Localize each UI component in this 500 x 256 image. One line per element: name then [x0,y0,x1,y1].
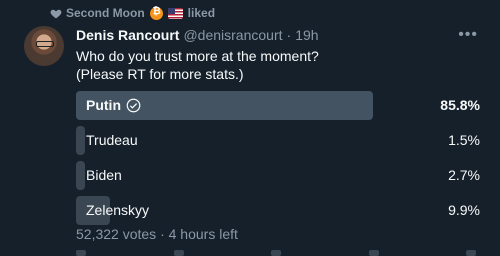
reply-icon[interactable] [76,250,86,256]
poll-footer-separator: · [160,226,165,242]
author-name[interactable]: Denis Rancourt [76,27,179,43]
poll-option-percent: 85.8% [440,97,480,113]
tweet-text-line-2: (Please RT for more stats.) [76,66,244,82]
more-icon[interactable]: ••• [458,26,478,44]
poll-option-label: Putin [86,97,141,113]
poll-option-label: Biden [86,167,122,183]
views-icon[interactable] [368,250,379,256]
poll-bar [76,161,86,190]
bitcoin-emoji-icon [149,6,163,20]
avatar[interactable] [24,26,64,66]
share-icon[interactable] [466,250,476,256]
poll-vote-count: 52,322 votes [76,226,157,242]
poll-option-percent: 1.5% [448,132,480,148]
us-flag-emoji-icon [167,7,183,19]
social-context: Second Moon liked [50,6,216,21]
poll-option-label: Zelenskyy [86,202,150,218]
tweet-header: Denis Rancourt @denisrancourt · 19h [76,27,319,43]
header-separator: · [286,27,292,43]
tweet-text-line-1: Who do you trust more at the moment? [76,48,319,64]
poll-bar [76,126,85,155]
like-icon[interactable] [271,250,281,256]
retweet-icon[interactable] [173,250,184,256]
action-bar [76,250,476,256]
tweet-time[interactable]: 19h [295,27,318,43]
poll-option-trudeau: Trudeau 1.5% [76,126,480,155]
poll-option-biden: Biden 2.7% [76,161,480,190]
poll-option-putin: Putin 85.8% [76,91,480,120]
social-context-actor[interactable]: Second Moon [66,6,145,20]
poll-option-percent: 2.7% [448,167,480,183]
poll-option-zelenskyy: Zelenskyy 9.9% [76,196,480,225]
check-circle-icon [126,98,141,112]
poll-footer: 52,322 votes · 4 hours left [76,226,238,242]
author-handle[interactable]: @denisrancourt [183,27,282,43]
tweet-text: Who do you trust more at the moment? (Pl… [76,47,319,83]
social-context-action: liked [187,6,216,20]
poll: Putin 85.8% Trudeau 1.5% Biden 2.7% Zele… [76,91,480,231]
poll-option-percent: 9.9% [448,202,480,218]
poll-time-left: 4 hours left [168,226,238,242]
poll-option-label: Trudeau [86,132,138,148]
poll-option-text: Putin [86,97,121,113]
